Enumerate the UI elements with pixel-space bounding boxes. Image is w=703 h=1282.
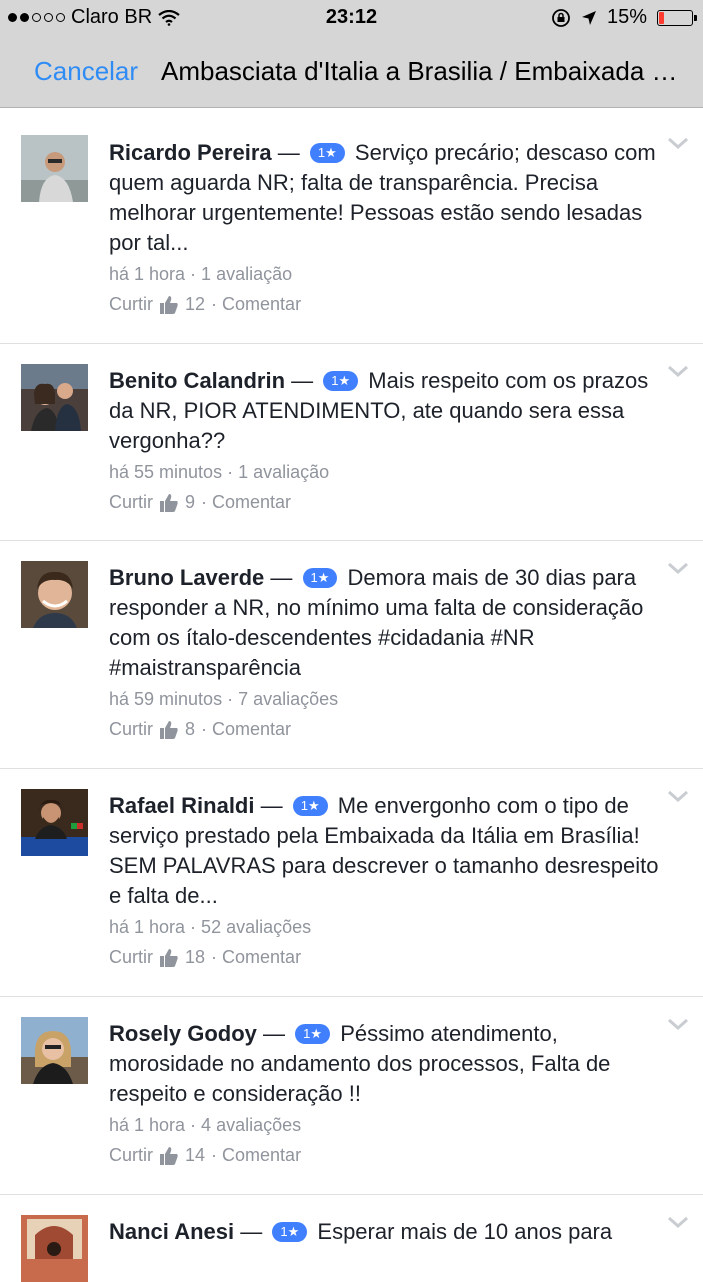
rating-badge: 1★ [323, 371, 359, 391]
chevron-down-icon[interactable] [667, 789, 689, 803]
thumbs-up-icon [160, 1146, 178, 1165]
separator: — [240, 1219, 263, 1244]
review-actions: Curtir 14 · Comentar [109, 1145, 301, 1166]
review-body: Nanci Anesi — 1★ Esperar mais de 10 anos… [109, 1217, 669, 1247]
comment-button[interactable]: · Comentar [211, 294, 301, 315]
reviewer-name[interactable]: Nanci Anesi [109, 1219, 234, 1244]
review-body: Benito Calandrin — 1★ Mais respeito com … [109, 366, 669, 456]
chevron-down-icon[interactable] [667, 364, 689, 378]
review-body: Rosely Godoy — 1★ Péssimo atendimento, m… [109, 1019, 669, 1109]
like-button[interactable]: Curtir [109, 719, 153, 740]
cancel-button[interactable]: Cancelar [34, 56, 138, 87]
review-actions: Curtir 8 · Comentar [109, 719, 291, 740]
review-item: Ricardo Pereira — 1★ Serviço precário; d… [0, 108, 703, 344]
review-body: Bruno Laverde — 1★ Demora mais de 30 dia… [109, 563, 669, 683]
review-actions: Curtir 18 · Comentar [109, 947, 301, 968]
review-meta: há 1 hora · 52 avaliações [109, 917, 312, 937]
separator: — [270, 565, 293, 590]
rating-badge: 1★ [302, 568, 338, 588]
review-item: Bruno Laverde — 1★ Demora mais de 30 dia… [0, 541, 703, 769]
like-count: 12 [185, 294, 206, 314]
reviewer-name[interactable]: Rosely Godoy [109, 1021, 257, 1046]
avatar[interactable] [21, 135, 88, 202]
review-meta: há 1 hora · 1 avaliação [109, 264, 293, 284]
like-button[interactable]: Curtir [109, 1145, 153, 1166]
review-item: Rafael Rinaldi — 1★ Me envergonho com o … [0, 769, 703, 997]
review-item: Rosely Godoy — 1★ Péssimo atendimento, m… [0, 997, 703, 1195]
separator: — [263, 1021, 286, 1046]
navigation-bar: Cancelar Ambasciata d'Italia a Brasilia … [0, 36, 703, 108]
like-button[interactable]: Curtir [109, 294, 153, 315]
avatar[interactable] [21, 789, 88, 856]
rating-badge: 1★ [295, 1024, 331, 1044]
comment-button[interactable]: · Comentar [201, 719, 291, 740]
chevron-down-icon[interactable] [667, 136, 689, 150]
comment-button[interactable]: · Comentar [211, 1145, 301, 1166]
review-text: Esperar mais de 10 anos para [317, 1219, 613, 1244]
status-right: 15% [551, 6, 697, 29]
thumbs-up-icon [160, 720, 178, 739]
review-body: Rafael Rinaldi — 1★ Me envergonho com o … [109, 791, 669, 911]
avatar[interactable] [21, 561, 88, 628]
rating-badge: 1★ [272, 1222, 308, 1242]
page-title: Ambasciata d'Italia a Brasilia / Embaixa… [161, 56, 691, 86]
thumbs-up-icon [160, 295, 178, 314]
separator: — [260, 793, 283, 818]
status-bar: Claro BR 23:12 15% [0, 0, 703, 36]
reviewer-name[interactable]: Ricardo Pereira [109, 140, 272, 165]
location-arrow-icon [581, 10, 596, 25]
thumbs-up-icon [160, 493, 178, 512]
like-count: 14 [185, 1145, 206, 1165]
reviewer-name[interactable]: Rafael Rinaldi [109, 793, 254, 818]
separator: — [291, 368, 314, 393]
like-count: 18 [185, 947, 206, 967]
separator: — [277, 140, 300, 165]
comment-button[interactable]: · Comentar [201, 492, 291, 513]
battery-icon [657, 9, 697, 26]
avatar[interactable] [21, 1017, 88, 1084]
thumbs-up-icon [160, 948, 178, 967]
chevron-down-icon[interactable] [667, 561, 689, 575]
review-body: Ricardo Pereira — 1★ Serviço precário; d… [109, 138, 669, 258]
like-count: 9 [185, 492, 196, 512]
reviews-list: Ricardo Pereira — 1★ Serviço precário; d… [0, 108, 703, 1282]
review-meta: há 55 minutos · 1 avaliação [109, 462, 330, 482]
chevron-down-icon[interactable] [667, 1017, 689, 1031]
review-item: Nanci Anesi — 1★ Esperar mais de 10 anos… [0, 1195, 703, 1282]
reviewer-name[interactable]: Bruno Laverde [109, 565, 264, 590]
like-button[interactable]: Curtir [109, 947, 153, 968]
review-meta: há 1 hora · 4 avaliações [109, 1115, 302, 1135]
review-actions: Curtir 9 · Comentar [109, 492, 291, 513]
like-button[interactable]: Curtir [109, 492, 153, 513]
review-actions: Curtir 12 · Comentar [109, 294, 301, 315]
like-count: 8 [185, 719, 196, 739]
review-item: Benito Calandrin — 1★ Mais respeito com … [0, 344, 703, 541]
chevron-down-icon[interactable] [667, 1215, 689, 1229]
reviewer-name[interactable]: Benito Calandrin [109, 368, 285, 393]
lock-rotation-icon [552, 8, 570, 27]
rating-badge: 1★ [309, 143, 345, 163]
review-meta: há 59 minutos · 7 avaliações [109, 689, 339, 709]
battery-percent: 15% [606, 6, 647, 28]
avatar[interactable] [21, 364, 88, 431]
rating-badge: 1★ [292, 796, 328, 816]
comment-button[interactable]: · Comentar [211, 947, 301, 968]
